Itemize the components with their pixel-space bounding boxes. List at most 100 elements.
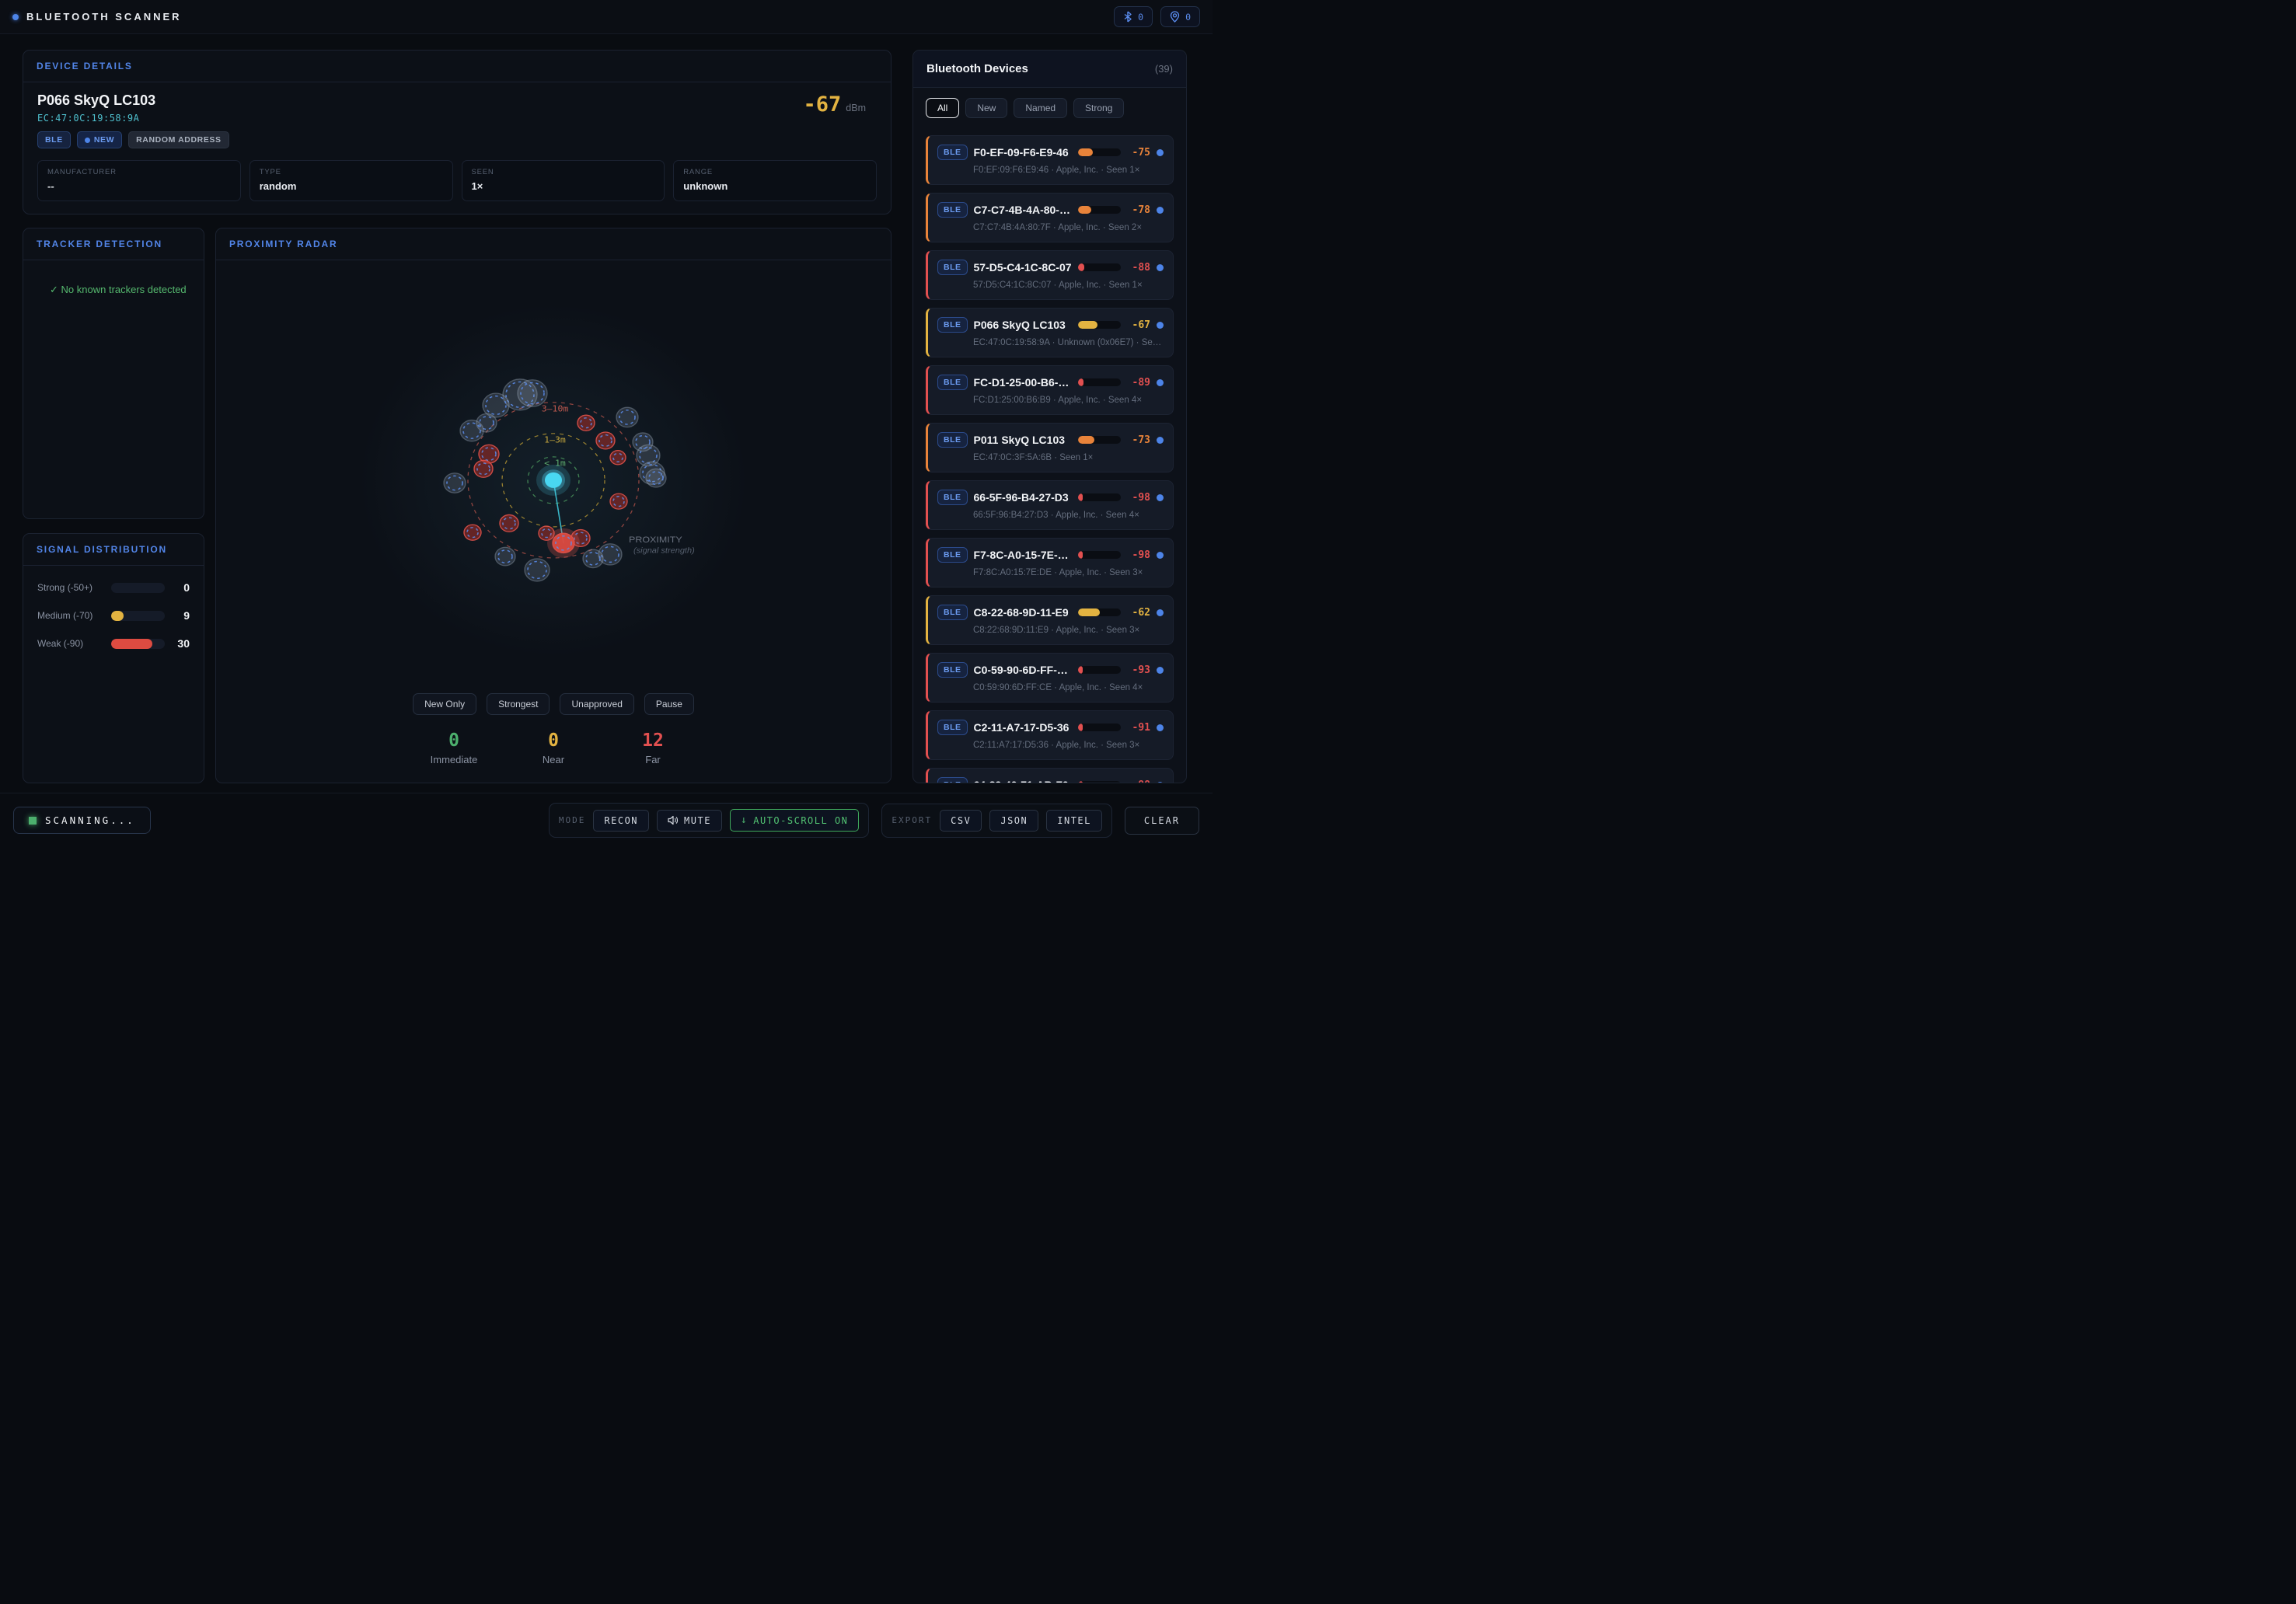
distribution-bar-fill	[111, 639, 152, 649]
mute-button[interactable]: MUTE	[657, 810, 722, 832]
signal-bar-fill	[1078, 263, 1084, 271]
device-fields: MANUFACTURER--TYPErandomSEEN1×RANGEunkno…	[37, 160, 877, 201]
radar-device-bubble[interactable]	[444, 473, 466, 493]
sidebar-header: Bluetooth Devices (39)	[913, 51, 1186, 88]
radar-device-bubble[interactable]	[474, 460, 493, 477]
radar-device-bubble[interactable]	[583, 549, 603, 568]
scanning-button[interactable]: SCANNING...	[13, 807, 151, 834]
proximity-radar-title: PROXIMITY RADAR	[229, 239, 337, 249]
device-list-item[interactable]: BLEP066 SkyQ LC103-67EC:47:0C:19:58:9A ·…	[926, 308, 1174, 357]
radar-device-bubble[interactable]	[460, 420, 483, 441]
device-list-item[interactable]: BLEF0-EF-09-F6-E9-46-75F0:EF:09:F6:E9:46…	[926, 135, 1174, 185]
radar-filter-new-only[interactable]: New Only	[413, 693, 476, 715]
device-list-item[interactable]: BLEC7-C7-4B-4A-80-7F-78C7:C7:4B:4A:80:7F…	[926, 193, 1174, 242]
device-row-subtext: EC:47:0C:3F:5A:6B · Seen 1×	[973, 453, 1164, 462]
radar-device-bubble[interactable]	[577, 415, 595, 431]
radar-device-bubble[interactable]	[518, 380, 547, 407]
radar-device-bubble[interactable]	[596, 432, 615, 449]
distribution-count: 9	[165, 609, 190, 622]
bluetooth-icon	[1123, 11, 1132, 23]
signal-bar-track	[1078, 263, 1121, 271]
sidebar-title: Bluetooth Devices	[926, 62, 1028, 75]
device-row-rssi: -88	[1127, 262, 1150, 274]
device-rssi-display: -67 dBm	[804, 92, 877, 117]
filter-tab-new[interactable]: New	[965, 98, 1007, 118]
device-list-item[interactable]: BLEP011 SkyQ LC103-73EC:47:0C:3F:5A:6B ·…	[926, 423, 1174, 472]
distribution-bar-track	[111, 639, 165, 649]
device-row-top: BLEC0-59-90-6D-FF-CE-93	[937, 662, 1164, 678]
export-intel-button[interactable]: INTEL	[1046, 810, 1102, 832]
device-details-body: P066 SkyQ LC103 EC:47:0C:19:58:9A -67 dB…	[23, 82, 891, 214]
device-list-item[interactable]: BLE64-89-40-71-AB-F0-9864:89:40:71:AB:F0…	[926, 768, 1174, 783]
export-controls-group: EXPORT CSVJSONINTEL	[881, 804, 1111, 838]
device-list-item[interactable]: BLEC0-59-90-6D-FF-CE-93C0:59:90:6D:FF:CE…	[926, 653, 1174, 703]
distribution-label: Medium (-70)	[37, 610, 111, 621]
filter-tab-named[interactable]: Named	[1014, 98, 1067, 118]
device-list-item[interactable]: BLEC8-22-68-9D-11-E9-62C8:22:68:9D:11:E9…	[926, 595, 1174, 645]
device-row-subtext: EC:47:0C:19:58:9A · Unknown (0x06E7) · S…	[973, 338, 1164, 347]
device-row-subtext: 66:5F:96:B4:27:D3 · Apple, Inc. · Seen 4…	[973, 511, 1164, 520]
device-row-rssi: -93	[1127, 664, 1150, 676]
device-row-top: BLEFC-D1-25-00-B6-B9-89	[937, 375, 1164, 390]
left-column: DEVICE DETAILS P066 SkyQ LC103 EC:47:0C:…	[23, 50, 892, 783]
radar-device-bubble[interactable]	[547, 528, 580, 558]
signal-bar-track	[1078, 436, 1121, 444]
mode-recon-button[interactable]: RECON	[593, 810, 649, 832]
main-content: DEVICE DETAILS P066 SkyQ LC103 EC:47:0C:…	[0, 34, 1213, 793]
radar-stage: < 1m1–3m3–10mPROXIMITY(signal strength)	[216, 260, 891, 690]
device-row-rssi: -67	[1127, 319, 1150, 331]
signal-bar-fill	[1078, 148, 1093, 156]
radar-filter-strongest[interactable]: Strongest	[487, 693, 550, 715]
clear-button[interactable]: CLEAR	[1125, 807, 1199, 835]
device-row-subtext: FC:D1:25:00:B6:B9 · Apple, Inc. · Seen 4…	[973, 396, 1164, 405]
export-csv-button[interactable]: CSV	[940, 810, 982, 832]
radar-device-bubble[interactable]	[610, 451, 626, 465]
device-row-name: F0-EF-09-F6-E9-46	[974, 146, 1073, 159]
device-list-item[interactable]: BLEFC-D1-25-00-B6-B9-89 FC:D1:25:00:B6:B9…	[926, 365, 1174, 415]
bottom-bar: SCANNING... MODE RECON MUTE ↓ AUTO-SCROL…	[0, 793, 1213, 847]
geo-count-badge[interactable]: 0	[1160, 6, 1200, 27]
device-seen-dot-icon	[1157, 494, 1164, 501]
device-mac: EC:47:0C:19:58:9A	[37, 113, 155, 124]
device-list-item[interactable]: BLE57-D5-C4-1C-8C-07-8857:D5:C4:1C:8C:07…	[926, 250, 1174, 300]
device-list-item[interactable]: BLE66-5F-96-B4-27-D3-9866:5F:96:B4:27:D3…	[926, 480, 1174, 530]
device-row-rssi: -62	[1127, 607, 1150, 619]
radar-device-bubble[interactable]	[464, 525, 481, 540]
mode-controls-group: MODE RECON MUTE ↓ AUTO-SCROLL ON	[549, 803, 870, 838]
device-field-value: unknown	[683, 180, 867, 192]
geo-count: 0	[1185, 12, 1191, 23]
bluetooth-count-badge[interactable]: 0	[1114, 6, 1153, 27]
proximity-radar-panel: PROXIMITY RADAR < 1m1–3m3–10mPROXIMITY(s…	[215, 228, 892, 783]
device-row-name: 57-D5-C4-1C-8C-07	[974, 261, 1073, 274]
distribution-count: 30	[165, 637, 190, 650]
check-icon: ✓	[50, 284, 58, 295]
radar-device-bubble[interactable]	[646, 469, 666, 487]
sidebar-filter-tabs: All New Named Strong	[913, 88, 1186, 123]
device-row-top: BLE57-D5-C4-1C-8C-07-88	[937, 260, 1164, 275]
auto-scroll-button[interactable]: ↓ AUTO-SCROLL ON	[730, 809, 859, 832]
device-list-item[interactable]: BLEF7-8C-A0-15-7E-DE-98F7:8C:A0:15:7E:DE…	[926, 538, 1174, 588]
proximity-stat-label: Near	[526, 754, 581, 765]
protocol-badge: BLE	[937, 605, 968, 620]
filter-tab-all[interactable]: All	[926, 98, 959, 118]
device-badge-label: NEW	[94, 135, 114, 145]
radar-device-bubble[interactable]	[500, 514, 518, 532]
device-list-item[interactable]: BLEC2-11-A7-17-D5-36-91C2:11:A7:17:D5:36…	[926, 710, 1174, 760]
filter-tab-strong[interactable]: Strong	[1073, 98, 1124, 118]
radar-device-bubble[interactable]	[495, 547, 515, 566]
device-row-name: 64-89-40-71-AB-F0	[974, 779, 1073, 783]
radar-filter-pause[interactable]: Pause	[644, 693, 694, 715]
signal-bar-fill	[1078, 608, 1100, 616]
signal-bar-fill	[1078, 551, 1083, 559]
auto-scroll-label: AUTO-SCROLL ON	[753, 815, 848, 826]
device-seen-dot-icon	[1157, 379, 1164, 386]
radar-filter-unapproved[interactable]: Unapproved	[560, 693, 633, 715]
bluetooth-devices-sidebar: Bluetooth Devices (39) All New Named Strong…	[912, 50, 1187, 783]
radar-device-bubble[interactable]	[525, 559, 550, 581]
radar-device-bubble[interactable]	[610, 493, 627, 509]
device-field: TYPErandom	[249, 160, 453, 201]
device-seen-dot-icon	[1157, 322, 1164, 329]
export-json-button[interactable]: JSON	[989, 810, 1038, 832]
scanning-indicator-icon	[29, 817, 37, 825]
radar-device-bubble[interactable]	[616, 407, 638, 427]
